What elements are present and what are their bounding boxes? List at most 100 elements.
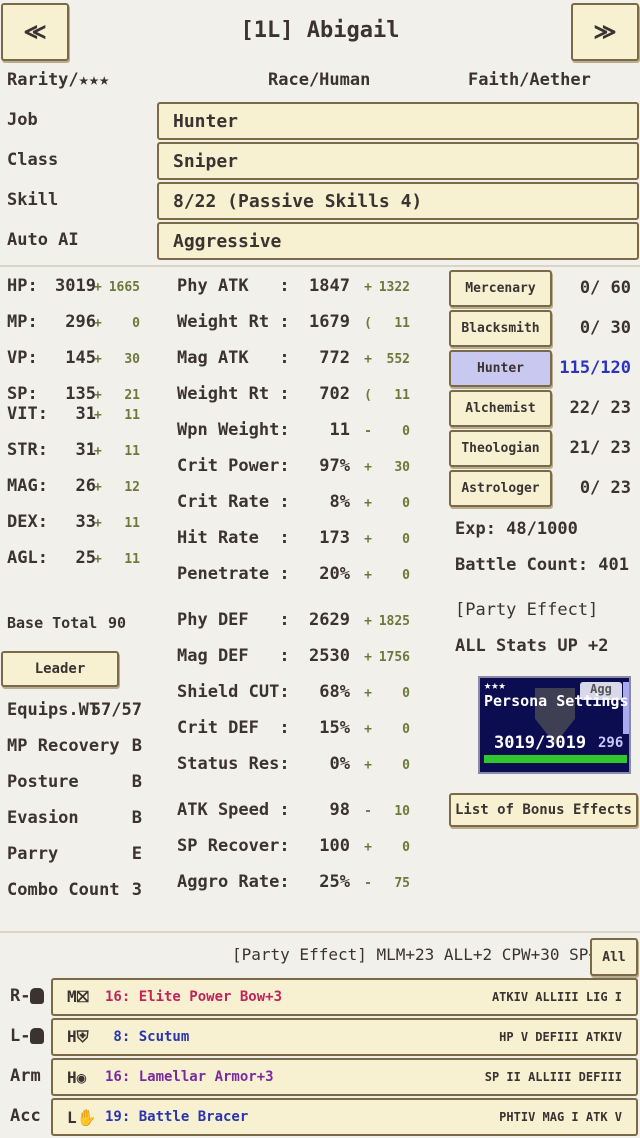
page-title: [1L] Abigail — [240, 18, 400, 43]
stat-value: 33 — [75, 512, 96, 532]
equip-name: 16: Lamellar Armor+3 — [105, 1069, 274, 1085]
job-mercenary-button[interactable]: Mercenary — [449, 270, 552, 307]
combat-value: 15% — [319, 718, 350, 738]
all-button[interactable]: All — [590, 938, 638, 976]
next-character-button[interactable]: ≫ — [571, 3, 639, 61]
slot-label: R- — [10, 986, 45, 1006]
bonus-effects-label: List of Bonus Effects — [454, 802, 632, 818]
stat-value: 135 — [65, 384, 96, 404]
combat-bonus: 11 — [394, 388, 410, 403]
field-value: 8/22 (Passive Skills 4) — [173, 190, 423, 212]
equip-stats: ATKIV ALLIII LIG I — [491, 990, 622, 1004]
combat-bonus: 11 — [394, 316, 410, 331]
stat-value: 31 — [75, 440, 96, 460]
equipment-row[interactable]: M⛝ 16: Elite Power Bow+3 ATKIV ALLIII LIG … — [51, 978, 638, 1016]
field-class[interactable]: Sniper — [157, 142, 639, 180]
bonus-effects-button[interactable]: List of Bonus Effects — [449, 793, 638, 827]
all-label: All — [602, 949, 626, 965]
equipment-row[interactable]: H⛨ 8: Scutum HP V DEFIII ATKIV — [51, 1018, 638, 1056]
stat-value: 3019 — [55, 276, 96, 296]
field-label: Auto AI — [7, 230, 79, 250]
misc-value: 3 — [131, 880, 142, 900]
stat-value: 26 — [75, 476, 96, 496]
job-alchemist-button[interactable]: Alchemist — [449, 390, 552, 427]
exp: Exp: 48/1000 — [455, 519, 578, 539]
combat-label: Crit Power: — [177, 456, 290, 476]
party-effect-title: [Party Effect] — [455, 600, 599, 620]
combat-value: 0% — [329, 754, 350, 774]
stat-bonus: 30 — [124, 352, 140, 367]
divider — [0, 931, 640, 933]
persona-hp: 3019/3019 — [494, 733, 587, 753]
combat-bonus: 0 — [402, 496, 410, 511]
party-effect-value: ALL Stats UP +2 — [455, 636, 609, 656]
slot-label: L- — [10, 1026, 45, 1046]
job-blacksmith-button[interactable]: Blacksmith — [449, 310, 552, 347]
combat-label: Shield CUT: — [177, 682, 290, 702]
race: Race/Human — [268, 70, 371, 90]
misc-label: Parry — [7, 844, 59, 864]
leader-label: Leader — [34, 661, 86, 677]
stat-value: 31 — [75, 404, 96, 424]
combat-label: Status Res: — [177, 754, 290, 774]
leader-button[interactable]: Leader — [1, 651, 119, 687]
misc-label: Equips.WT — [7, 700, 100, 720]
equip-name: 8: Scutum — [105, 1029, 190, 1045]
combat-bonus: 0 — [402, 722, 410, 737]
misc-value: 57/57 — [90, 700, 142, 720]
stat-bonus: 12 — [124, 480, 140, 495]
double-chevron-right-icon: ≫ — [593, 19, 617, 45]
stat-bonus: 11 — [124, 408, 140, 423]
job-level: 21/ 23 — [569, 438, 631, 458]
divider — [0, 265, 640, 267]
combat-label: Crit DEF : — [177, 718, 290, 738]
misc-value: B — [131, 772, 142, 792]
equip-type-icon: M⛝ — [67, 987, 89, 1006]
slot-name: Arm — [10, 1066, 41, 1086]
faith: Faith/Aether — [468, 70, 591, 90]
job-level: 0/ 23 — [579, 478, 631, 498]
job-name: Astrologer — [461, 481, 540, 496]
misc-label: Evasion — [7, 808, 79, 828]
combat-value: 68% — [319, 682, 350, 702]
equip-type-icon: H◉ — [67, 1067, 87, 1087]
job-hunter-button[interactable]: Hunter — [449, 350, 552, 387]
equip-stats: PHTIV MAG I ATK V — [499, 1110, 622, 1124]
combat-value: 8% — [329, 492, 350, 512]
combat-value: 772 — [319, 348, 350, 368]
misc-value: E — [131, 844, 142, 864]
combat-bonus: 0 — [402, 758, 410, 773]
persona-mp: 296 — [598, 735, 624, 751]
job-astrologer-button[interactable]: Astrologer — [449, 470, 552, 507]
equipment-row[interactable]: L✋ 19: Battle Bracer PHTIV MAG I ATK V — [51, 1098, 638, 1136]
combat-value: 1847 — [309, 276, 350, 296]
stat-value: 145 — [65, 348, 96, 368]
field-skill[interactable]: 8/22 (Passive Skills 4) — [157, 182, 639, 220]
job-theologian-button[interactable]: Theologian — [449, 430, 552, 467]
lock-icon — [30, 988, 45, 1004]
job-name: Alchemist — [465, 401, 536, 416]
persona-stars: ★★★ — [484, 678, 506, 692]
combat-value: 97% — [319, 456, 350, 476]
job-level: 0/ 30 — [579, 318, 631, 338]
combat-label: Weight Rt : — [177, 312, 290, 332]
field-value: Hunter — [173, 110, 239, 132]
combat-bonus: 0 — [402, 840, 410, 855]
combat-value: 702 — [319, 384, 350, 404]
equipment-row[interactable]: H◉ 16: Lamellar Armor+3 SP II ALLIII DEFII… — [51, 1058, 638, 1096]
field-job[interactable]: Hunter — [157, 102, 639, 140]
combat-bonus: 0 — [402, 686, 410, 701]
combat-label: Mag ATK : — [177, 348, 290, 368]
base-total-value: 90 — [108, 614, 127, 632]
stat-bonus: 21 — [124, 388, 140, 403]
persona-settings-card[interactable]: Agg ★★★ Persona Settings 3019/3019 296 — [478, 676, 631, 774]
field-auto-ai[interactable]: Aggressive — [157, 222, 639, 260]
persona-title: Persona Settings — [484, 692, 629, 710]
job-name: Blacksmith — [461, 321, 540, 336]
field-value: Sniper — [173, 150, 239, 172]
combat-value: 2629 — [309, 610, 350, 630]
combat-value: 20% — [319, 564, 350, 584]
job-level: 115/120 — [559, 358, 631, 378]
equip-stats: HP V DEFIII ATKIV — [499, 1030, 622, 1044]
stat-label: MP: — [7, 312, 38, 332]
